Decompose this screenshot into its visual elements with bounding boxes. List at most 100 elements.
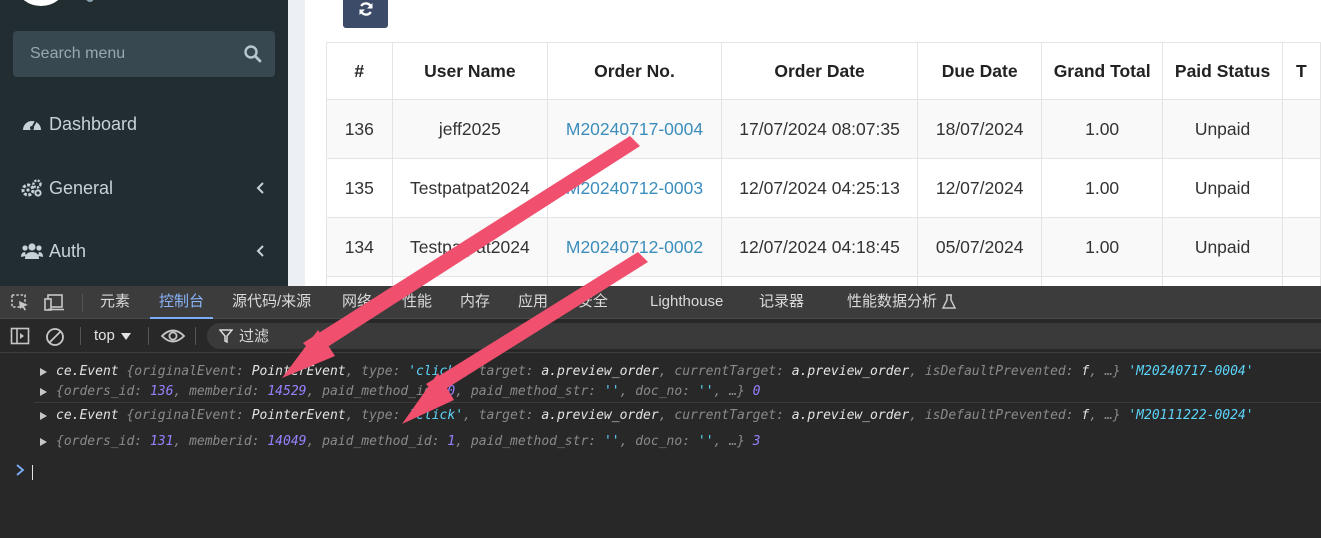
cell-order-no: M20240712-0002 <box>547 217 722 277</box>
tab-memory[interactable]: 内存 <box>460 286 490 319</box>
tab-performance[interactable]: 性能 <box>402 286 432 319</box>
cogs-icon <box>21 178 43 198</box>
device-toolbar-icon[interactable] <box>44 293 64 311</box>
console-message[interactable]: ce.Event {originalEvent: PointerEvent, t… <box>0 362 1321 382</box>
sidebar-item-general[interactable]: General <box>0 163 288 213</box>
cell-due-date: 12/07/2024 <box>917 158 1042 218</box>
cell-paid-status: Unpaid <box>1162 217 1283 277</box>
cell-order-no: M20240712-0003 <box>547 158 722 218</box>
cell-grand-total: 1.00 <box>1040 217 1164 277</box>
chevron-left-icon <box>256 243 266 259</box>
console-message[interactable]: ce.Event {originalEvent: PointerEvent, t… <box>0 402 1321 426</box>
main-content: # User Name Order No. Order Date Due Dat… <box>288 0 1321 336</box>
cell-id: 136 <box>326 99 393 159</box>
column-header-order-date[interactable]: Order Date <box>720 42 919 100</box>
devtools-tab-bar: 元素 控制台 源代码/来源 网络 性能 内存 应用 安全 Lighthouse … <box>0 286 1321 319</box>
tab-sources[interactable]: 源代码/来源 <box>232 286 311 319</box>
column-header-due-date[interactable]: Due Date <box>917 42 1042 100</box>
status-dot <box>86 0 94 2</box>
column-header-truncated[interactable]: T <box>1281 42 1321 100</box>
tab-security[interactable]: 安全 <box>578 286 608 319</box>
cell-truncated <box>1281 99 1321 159</box>
sidebar-item-dashboard[interactable]: Dashboard <box>0 99 288 149</box>
console-toolbar: top <box>0 319 1321 353</box>
console-text: {orders_id: 131, memberid: 14049, paid_m… <box>56 434 761 449</box>
caret-down-icon <box>120 332 131 340</box>
cell-order-date: 12/07/2024 04:18:45 <box>720 217 919 277</box>
toolbar-divider <box>195 327 196 345</box>
refresh-button[interactable] <box>343 0 388 28</box>
tab-network[interactable]: 网络 <box>342 286 372 319</box>
tab-elements[interactable]: 元素 <box>100 286 130 319</box>
expand-triangle-icon[interactable] <box>40 438 47 446</box>
column-header-paid-status[interactable]: Paid Status <box>1162 42 1283 100</box>
order-no-link[interactable]: M20240717-0004 <box>566 119 703 139</box>
tab-application[interactable]: 应用 <box>518 286 548 319</box>
flask-icon <box>941 294 961 312</box>
cell-truncated <box>1281 217 1321 277</box>
table-row: 135 Testpatpat2024 M20240712-0003 12/07/… <box>326 158 1321 218</box>
toolbar-divider <box>80 327 81 345</box>
cell-order-date: 12/07/2024 04:25:13 <box>720 158 919 218</box>
sidebar-item-label: Auth <box>49 240 87 261</box>
tachometer-icon <box>21 114 43 134</box>
sidebar-search <box>13 31 275 77</box>
filter-icon <box>218 329 234 348</box>
sidebar-item-label: General <box>49 177 114 198</box>
table-row: 134 Testpatpat2024 M20240712-0002 12/07/… <box>326 217 1321 277</box>
console-input-caret[interactable] <box>32 465 33 480</box>
tab-console[interactable]: 控制台 <box>150 286 214 319</box>
cell-grand-total: 1.00 <box>1040 99 1164 159</box>
search-icon[interactable] <box>243 44 263 64</box>
tab-lighthouse[interactable]: Lighthouse <box>650 286 723 319</box>
users-icon <box>21 241 43 261</box>
console-text: ce.Event {originalEvent: PointerEvent, t… <box>56 408 1254 423</box>
sidebar: Dashboard General Auth <box>0 0 288 286</box>
user-avatar[interactable] <box>18 0 64 6</box>
cell-paid-status: Unpaid <box>1162 99 1283 159</box>
inspect-element-icon[interactable] <box>10 293 30 311</box>
cell-truncated <box>1281 158 1321 218</box>
console-message[interactable]: {orders_id: 131, memberid: 14049, paid_m… <box>0 432 1321 452</box>
refresh-icon <box>358 1 374 22</box>
search-menu-input[interactable] <box>13 31 233 77</box>
cell-user-name: Testpatpat2024 <box>391 217 549 277</box>
expand-triangle-icon[interactable] <box>40 368 47 376</box>
sidebar-toggle-icon[interactable] <box>10 327 30 345</box>
order-no-link[interactable]: M20240712-0002 <box>566 237 703 257</box>
eye-icon[interactable] <box>160 327 186 345</box>
expand-triangle-icon[interactable] <box>40 388 47 396</box>
context-selector[interactable]: top <box>94 327 131 344</box>
order-no-link[interactable]: M20240712-0003 <box>566 178 703 198</box>
cell-paid-status: Unpaid <box>1162 158 1283 218</box>
table-header-row: # User Name Order No. Order Date Due Dat… <box>326 42 1321 100</box>
cell-order-date: 17/07/2024 08:07:35 <box>720 99 919 159</box>
clear-console-icon[interactable] <box>45 327 65 346</box>
cell-user-name: Testpatpat2024 <box>391 158 549 218</box>
column-header-order-no[interactable]: Order No. <box>547 42 722 100</box>
cell-due-date: 05/07/2024 <box>917 217 1042 277</box>
toolbar-divider <box>82 294 83 312</box>
filter-input[interactable] <box>239 323 439 349</box>
console-text: ce.Event {originalEvent: PointerEvent, t… <box>56 364 1254 379</box>
console-text: {orders_id: 136, memberid: 14529, paid_m… <box>56 384 761 399</box>
column-header-id[interactable]: # <box>326 42 393 100</box>
sidebar-item-auth[interactable]: Auth <box>0 226 288 276</box>
cell-order-no: M20240717-0004 <box>547 99 722 159</box>
context-label: top <box>94 327 115 344</box>
chevron-left-icon <box>256 180 266 196</box>
console-filter <box>207 323 1321 349</box>
console-message[interactable]: {orders_id: 136, memberid: 14529, paid_m… <box>0 382 1321 402</box>
cell-id: 134 <box>326 217 393 277</box>
cell-id: 135 <box>326 158 393 218</box>
table-row: 136 jeff2025 M20240717-0004 17/07/2024 0… <box>326 99 1321 159</box>
column-header-user-name[interactable]: User Name <box>391 42 549 100</box>
column-header-grand-total[interactable]: Grand Total <box>1040 42 1164 100</box>
expand-triangle-icon[interactable] <box>40 412 47 420</box>
cell-due-date: 18/07/2024 <box>917 99 1042 159</box>
toolbar-divider <box>148 327 149 345</box>
tab-performance-insights[interactable]: 性能数据分析 <box>847 286 937 319</box>
message-divider <box>34 402 1321 403</box>
cell-user-name: jeff2025 <box>391 99 549 159</box>
tab-recorder[interactable]: 记录器 <box>759 286 804 319</box>
